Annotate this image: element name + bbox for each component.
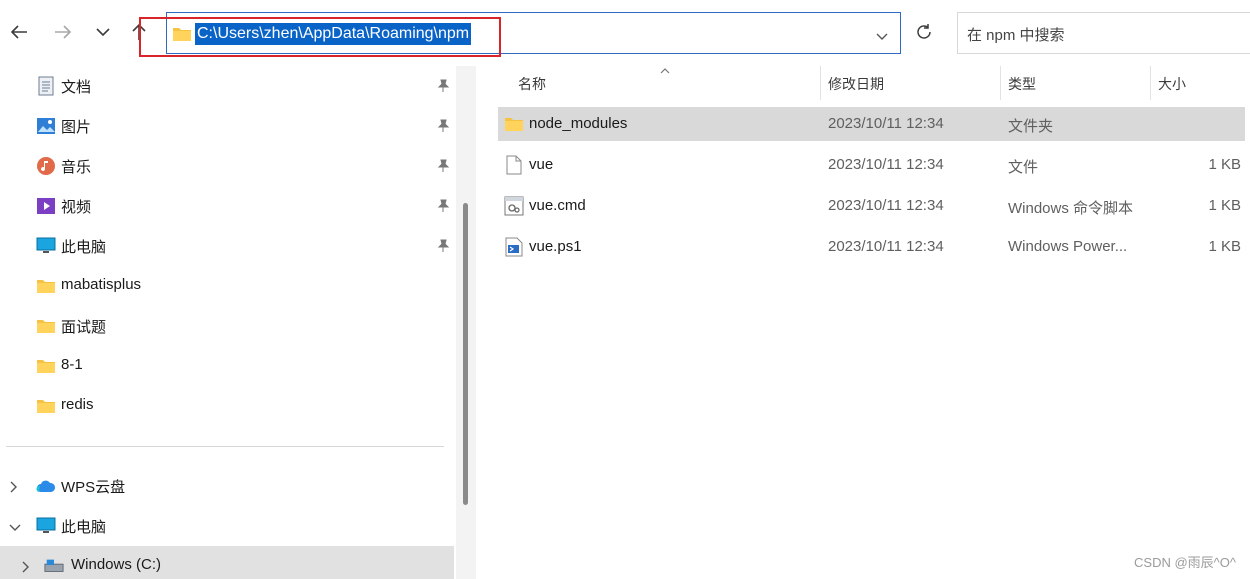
sidebar-item-this-pc[interactable]: 此电脑 [0, 226, 456, 266]
pin-icon[interactable] [436, 159, 450, 177]
search-input[interactable]: 在 npm 中搜索 [957, 12, 1250, 54]
file-size: 1 KB [1208, 197, 1241, 214]
column-divider[interactable] [820, 66, 821, 100]
folder-icon [36, 316, 56, 336]
sidebar-item-8-1[interactable]: 8-1 [0, 346, 456, 386]
sidebar-item-label: 音乐 [61, 159, 92, 176]
sidebar-item-interview[interactable]: 面试题 [0, 306, 456, 346]
file-type: 文件夹 [1008, 118, 1054, 135]
file-name: vue.cmd [529, 197, 586, 214]
folder-icon [504, 114, 524, 134]
address-history-dropdown[interactable] [876, 28, 888, 45]
sidebar-item-label: WPS云盘 [61, 479, 126, 496]
sidebar-item-label: 8-1 [61, 356, 83, 373]
file-type: Windows Power... [1008, 238, 1128, 255]
divider [6, 446, 444, 447]
sidebar-item-label: Windows (C:) [71, 556, 162, 573]
drive-icon [44, 556, 64, 576]
chevron-right-icon[interactable] [9, 480, 19, 497]
chevron-right-icon[interactable] [21, 560, 31, 577]
sidebar-item-mabatisplus[interactable]: mabatisplus [0, 266, 456, 306]
refresh-button[interactable] [906, 14, 942, 50]
sort-ascending-icon [660, 62, 670, 79]
sidebar-item-label: 文档 [61, 79, 92, 96]
column-header-name[interactable]: 名称 [518, 74, 546, 94]
sidebar-item-label: 视频 [61, 199, 92, 216]
pin-icon[interactable] [436, 79, 450, 97]
file-date: 2023/10/11 12:34 [828, 238, 944, 255]
computer-icon [36, 236, 56, 256]
cmd-script-icon [504, 196, 524, 216]
chevron-down-icon [876, 33, 888, 40]
file-type: 文件 [1008, 159, 1039, 176]
file-icon [504, 155, 524, 175]
pin-icon[interactable] [436, 119, 450, 137]
sidebar-item-redis[interactable]: redis [0, 386, 456, 426]
pin-icon[interactable] [436, 239, 450, 257]
sidebar-item-label: 此电脑 [61, 239, 107, 256]
sidebar-item-wps-cloud[interactable]: WPS云盘 [0, 466, 456, 506]
file-size: 1 KB [1208, 238, 1241, 255]
sidebar-item-pictures[interactable]: 图片 [0, 106, 456, 146]
powershell-script-icon [504, 237, 524, 257]
folder-icon [36, 356, 56, 376]
sidebar-item-label: 此电脑 [61, 519, 107, 536]
sidebar-item-music[interactable]: 音乐 [0, 146, 456, 186]
navigation-scrollbar[interactable] [463, 203, 468, 505]
navigation-pane: 文档 图片 音乐 视频 此电脑 mabatisplus 面试题 8-1 redi… [0, 66, 456, 579]
up-button[interactable] [122, 14, 156, 50]
arrow-left-icon [10, 25, 27, 39]
folder-icon [36, 396, 56, 416]
column-header-type[interactable]: 类型 [1008, 74, 1036, 94]
column-header-date[interactable]: 修改日期 [828, 74, 884, 94]
refresh-icon [917, 24, 931, 39]
sidebar-item-documents[interactable]: 文档 [0, 66, 456, 106]
video-icon [36, 196, 56, 216]
music-icon [36, 156, 56, 176]
search-placeholder: 在 npm 中搜索 [967, 27, 1065, 44]
chevron-down-icon [96, 28, 110, 37]
file-name: vue [529, 156, 554, 173]
file-row-vue[interactable]: vue 2023/10/11 12:34 文件 1 KB [498, 148, 1245, 182]
address-bar[interactable]: C:\Users\zhen\AppData\Roaming\npm [166, 12, 901, 54]
file-name: vue.ps1 [529, 238, 582, 255]
address-path[interactable]: C:\Users\zhen\AppData\Roaming\npm [195, 23, 472, 45]
file-date: 2023/10/11 12:34 [828, 197, 944, 214]
computer-icon [36, 516, 56, 536]
file-row-node-modules[interactable]: node_modules 2023/10/11 12:34 文件夹 [498, 107, 1245, 141]
arrow-right-icon [55, 25, 72, 39]
recent-locations-button[interactable] [86, 14, 120, 50]
document-icon [36, 76, 56, 96]
pin-icon[interactable] [436, 199, 450, 217]
back-button[interactable] [2, 14, 36, 50]
file-row-vue-cmd[interactable]: vue.cmd 2023/10/11 12:34 Windows 命令脚本 1 … [498, 189, 1245, 223]
folder-icon [36, 276, 56, 296]
folder-icon [172, 26, 192, 46]
forward-button[interactable] [46, 14, 80, 50]
picture-icon [36, 116, 56, 136]
cloud-icon [36, 476, 56, 496]
sidebar-item-label: mabatisplus [61, 276, 142, 293]
column-divider[interactable] [1000, 66, 1001, 100]
file-row-vue-ps1[interactable]: vue.ps1 2023/10/11 12:34 Windows Power..… [498, 230, 1245, 264]
watermark: CSDN @雨辰^O^ [1134, 555, 1236, 570]
file-date: 2023/10/11 12:34 [828, 156, 944, 173]
file-size: 1 KB [1208, 156, 1241, 173]
file-type: Windows 命令脚本 [1008, 200, 1134, 217]
sidebar-item-videos[interactable]: 视频 [0, 186, 456, 226]
arrow-up-icon [132, 23, 146, 40]
sidebar-item-label: 面试题 [61, 319, 107, 336]
column-header-size[interactable]: 大小 [1158, 74, 1186, 94]
column-divider[interactable] [1150, 66, 1151, 100]
file-date: 2023/10/11 12:34 [828, 115, 944, 132]
sidebar-item-label: 图片 [61, 119, 92, 136]
chevron-down-icon[interactable] [9, 520, 21, 537]
column-header-row: 名称 修改日期 类型 大小 [498, 66, 1245, 100]
sidebar-item-this-pc-tree[interactable]: 此电脑 [0, 506, 456, 546]
file-name: node_modules [529, 115, 628, 132]
sidebar-item-label: redis [61, 396, 94, 413]
sidebar-item-windows-c[interactable]: Windows (C:) [0, 546, 454, 579]
